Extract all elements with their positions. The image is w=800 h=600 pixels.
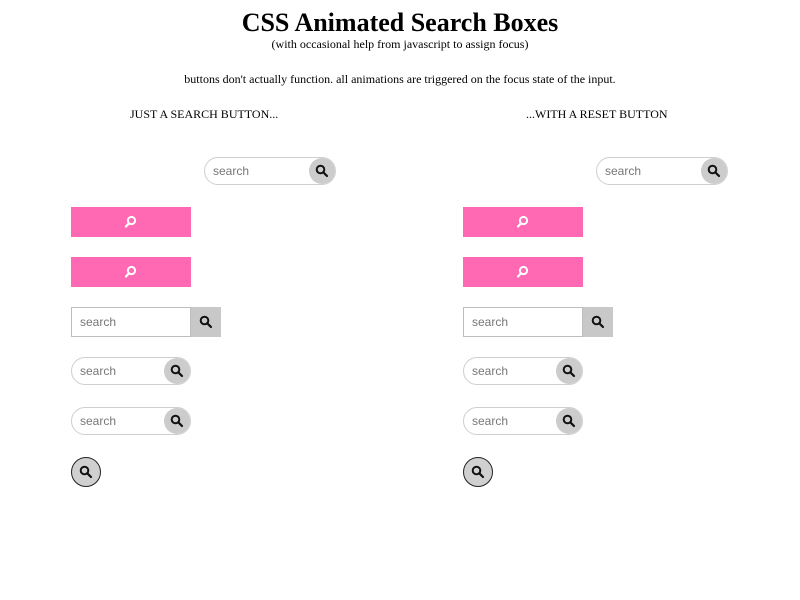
search-icon	[170, 414, 184, 428]
search-box-pill-2	[71, 357, 191, 385]
search-icon	[124, 215, 138, 229]
search-button-pink-1[interactable]	[71, 207, 191, 237]
search-icon	[562, 364, 576, 378]
search-box-pill-3	[71, 407, 191, 435]
search-input[interactable]	[72, 408, 164, 434]
search-button-circle-reset[interactable]	[463, 457, 493, 487]
search-button[interactable]	[164, 408, 190, 434]
search-button[interactable]	[309, 158, 335, 184]
search-input[interactable]	[72, 308, 190, 336]
search-input[interactable]	[597, 158, 701, 184]
search-box-square	[71, 307, 191, 337]
page-subtitle: (with occasional help from javascript to…	[271, 37, 529, 51]
search-icon	[124, 265, 138, 279]
search-icon	[471, 465, 485, 479]
search-input[interactable]	[205, 158, 309, 184]
search-button-pink-2[interactable]	[71, 257, 191, 287]
search-button[interactable]	[556, 408, 582, 434]
search-icon	[315, 164, 329, 178]
search-icon	[79, 465, 93, 479]
search-input[interactable]	[464, 408, 556, 434]
search-button-pink-2-reset[interactable]	[463, 257, 583, 287]
search-button[interactable]	[164, 358, 190, 384]
search-icon	[170, 364, 184, 378]
page-note: buttons don't actually function. all ani…	[184, 72, 616, 86]
search-button[interactable]	[191, 307, 221, 337]
right-column-heading: ...WITH A RESET BUTTON	[526, 107, 668, 121]
search-icon	[199, 315, 213, 329]
search-box-pill-1-reset	[596, 157, 728, 185]
search-input[interactable]	[464, 308, 582, 336]
search-icon	[516, 215, 530, 229]
search-box-pill-2-reset	[463, 357, 583, 385]
search-button[interactable]	[583, 307, 613, 337]
search-icon	[516, 265, 530, 279]
search-input[interactable]	[72, 358, 164, 384]
search-box-pill-1	[204, 157, 336, 185]
search-button-circle[interactable]	[71, 457, 101, 487]
page: CSS Animated Search Boxes (with occasion…	[0, 0, 800, 600]
search-input[interactable]	[464, 358, 556, 384]
search-box-pill-3-reset	[463, 407, 583, 435]
search-button[interactable]	[556, 358, 582, 384]
search-button[interactable]	[701, 158, 727, 184]
page-title: CSS Animated Search Boxes	[241, 8, 559, 37]
search-button-pink-1-reset[interactable]	[463, 207, 583, 237]
left-column-heading: JUST A SEARCH BUTTON...	[130, 107, 279, 121]
search-icon	[562, 414, 576, 428]
search-box-square-reset	[463, 307, 583, 337]
search-icon	[707, 164, 721, 178]
search-icon	[591, 315, 605, 329]
